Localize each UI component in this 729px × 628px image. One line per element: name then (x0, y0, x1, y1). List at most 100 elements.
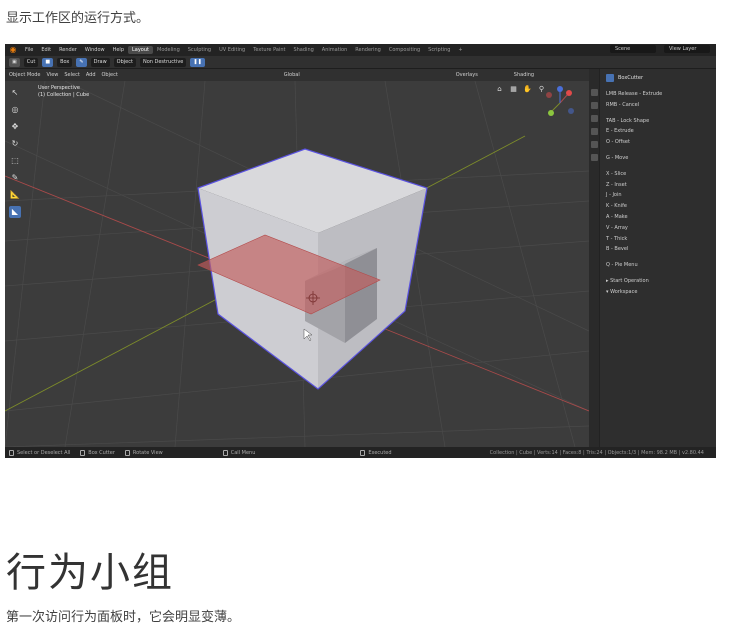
overlays-dropdown[interactable]: Overlays (456, 72, 478, 78)
pause-icon[interactable]: ❚❚ (190, 57, 205, 67)
draw-field[interactable]: Draw (90, 57, 110, 67)
zoom-icon[interactable]: ⚲ (537, 85, 546, 94)
sidebar-tab-boxcutter-icon[interactable] (590, 141, 598, 148)
hint-line: K - Knife (606, 203, 627, 210)
tab-animation[interactable]: Animation (318, 46, 352, 54)
sidebar-tab-view-icon[interactable] (590, 115, 598, 122)
select-tool-icon[interactable]: ↖ (9, 87, 21, 99)
top-bar: ◉ File Edit Render Window Help Layout Mo… (5, 44, 716, 56)
panel-title: BoxCutter (618, 75, 644, 81)
blender-window: ◉ File Edit Render Window Help Layout Mo… (5, 44, 716, 458)
sidebar-tab-tool-icon[interactable] (590, 102, 598, 109)
status-boxcutter-label: Box Cutter (88, 449, 115, 456)
viewport-scene (5, 81, 589, 447)
viewport-nav-buttons: ⌂ ▦ ✋ ⚲ (495, 85, 546, 94)
object-menu[interactable]: Object (102, 72, 118, 78)
add-workspace-button[interactable]: + (454, 46, 466, 54)
status-select: Select or Deselect All (9, 449, 70, 456)
tab-uv-editing[interactable]: UV Editing (215, 46, 249, 54)
perspective-toggle-icon[interactable]: ▦ (509, 85, 518, 94)
hint-line: TAB - Lock Shape (606, 117, 650, 124)
tab-modeling[interactable]: Modeling (153, 46, 184, 54)
select-menu[interactable]: Select (64, 72, 79, 78)
hint-line: A - Make (606, 213, 628, 220)
tab-sculpting[interactable]: Sculpting (184, 46, 215, 54)
viewport-header: Object Mode View Select Add Object Globa… (5, 69, 589, 81)
tab-compositing[interactable]: Compositing (385, 46, 424, 54)
menu-help[interactable]: Help (109, 47, 128, 53)
scale-tool-icon[interactable]: ⬚ (9, 155, 21, 167)
hint-line: X - Slice (606, 170, 627, 177)
active-tool-icon[interactable]: ▣ (9, 57, 20, 67)
hint-line: T - Thick (606, 235, 628, 242)
draw-icon[interactable]: ✎ (76, 57, 87, 67)
mouse-left-icon (9, 449, 14, 456)
camera-view-icon[interactable]: ⌂ (495, 85, 504, 94)
view-menu[interactable]: View (47, 72, 59, 78)
status-call-menu-label: Call Menu (230, 449, 256, 456)
sidebar-tab-misc-icon[interactable] (590, 154, 598, 161)
hint-line: J - Join (606, 192, 622, 199)
cut-mode-field[interactable]: Cut (23, 57, 39, 67)
boxcutter-icon (606, 74, 614, 82)
tool-shelf: ↖ ◎ ✥ ↻ ⬚ ✎ 📐 ◣ (8, 87, 22, 218)
status-bar: Select or Deselect All Box Cutter Rotate… (5, 447, 716, 458)
tab-rendering[interactable]: Rendering (351, 46, 385, 54)
tab-scripting[interactable]: Scripting (424, 46, 454, 54)
viewport-info: User Perspective (1) Collection | Cube (38, 85, 89, 99)
status-call-menu: Call Menu (222, 449, 256, 456)
annotate-tool-icon[interactable]: ✎ (9, 172, 21, 184)
hint-line: Q - Pie Menu (606, 262, 638, 269)
status-boxcutter: Box Cutter (80, 449, 115, 456)
collection-label: (1) Collection | Cube (38, 92, 90, 98)
rotate-tool-icon[interactable]: ↻ (9, 138, 21, 150)
shading-dropdown[interactable]: Shading (514, 72, 534, 78)
hint-line: LMB Release - Extrude (606, 91, 663, 97)
sidebar-tab-item-icon[interactable] (590, 89, 598, 96)
mouse-drag-icon (80, 449, 86, 456)
box-shape-field[interactable]: Box (57, 57, 73, 67)
status-rotate-label: Rotate View (132, 449, 163, 456)
navigation-gizmo[interactable] (546, 86, 574, 116)
boxcutter-panel: BoxCutter LMB Release - Extrude RMB - Ca… (599, 69, 716, 447)
add-menu[interactable]: Add (86, 72, 96, 78)
tab-texture-paint[interactable]: Texture Paint (249, 46, 289, 54)
hint-line: RMB - Cancel (606, 101, 640, 108)
hint-line: V - Array (606, 224, 628, 231)
move-tool-icon[interactable]: ✥ (9, 121, 21, 133)
menu-edit[interactable]: Edit (37, 47, 55, 53)
mouse-middle-icon (124, 449, 130, 456)
shape-box-icon[interactable]: ■ (42, 57, 54, 67)
scene-field[interactable]: Scene (610, 45, 656, 53)
object-mode-dropdown[interactable]: Object Mode (9, 72, 41, 78)
3d-viewport[interactable]: User Perspective (1) Collection | Cube ↖… (5, 81, 589, 447)
measure-tool-icon[interactable]: 📐 (9, 189, 21, 201)
menu-file[interactable]: File (21, 47, 37, 53)
hint-line: O - Offset (606, 139, 630, 146)
start-operation-toggle[interactable]: ▸ Start Operation (606, 276, 710, 287)
object-field[interactable]: Object (113, 57, 136, 67)
boxcutter-tool-icon[interactable]: ◣ (9, 206, 21, 218)
hint-line: G - Move (606, 154, 629, 161)
section-heading: 行为小组 (6, 550, 174, 596)
hint-line: E - Extrude (606, 128, 634, 135)
menu-render[interactable]: Render (55, 47, 81, 53)
intro-text: 显示工作区的运行方式。 (6, 11, 150, 26)
workspace-toggle[interactable]: ▾ Workspace (606, 287, 710, 298)
status-rotate: Rotate View (124, 449, 163, 456)
cursor-tool-icon[interactable]: ◎ (9, 104, 21, 116)
tab-layout[interactable]: Layout (128, 46, 153, 54)
mouse-right-icon (222, 449, 228, 456)
section-body-text: 第一次访问行为面板时，它会明显变薄。 (6, 610, 241, 625)
non-destructive-field[interactable]: Non Destructive (139, 57, 187, 67)
panel-header: BoxCutter (606, 73, 710, 83)
tab-shading[interactable]: Shading (289, 46, 317, 54)
sidebar-tab-edit-icon[interactable] (590, 128, 598, 135)
pan-icon[interactable]: ✋ (523, 85, 532, 94)
status-executed: Executed (360, 449, 392, 456)
view-layer-field[interactable]: View Layer (664, 45, 710, 53)
blender-logo-icon[interactable]: ◉ (8, 45, 18, 55)
menu-window[interactable]: Window (81, 47, 109, 53)
status-executed-label: Executed (368, 449, 392, 456)
orientation-dropdown[interactable]: Global (284, 72, 300, 78)
